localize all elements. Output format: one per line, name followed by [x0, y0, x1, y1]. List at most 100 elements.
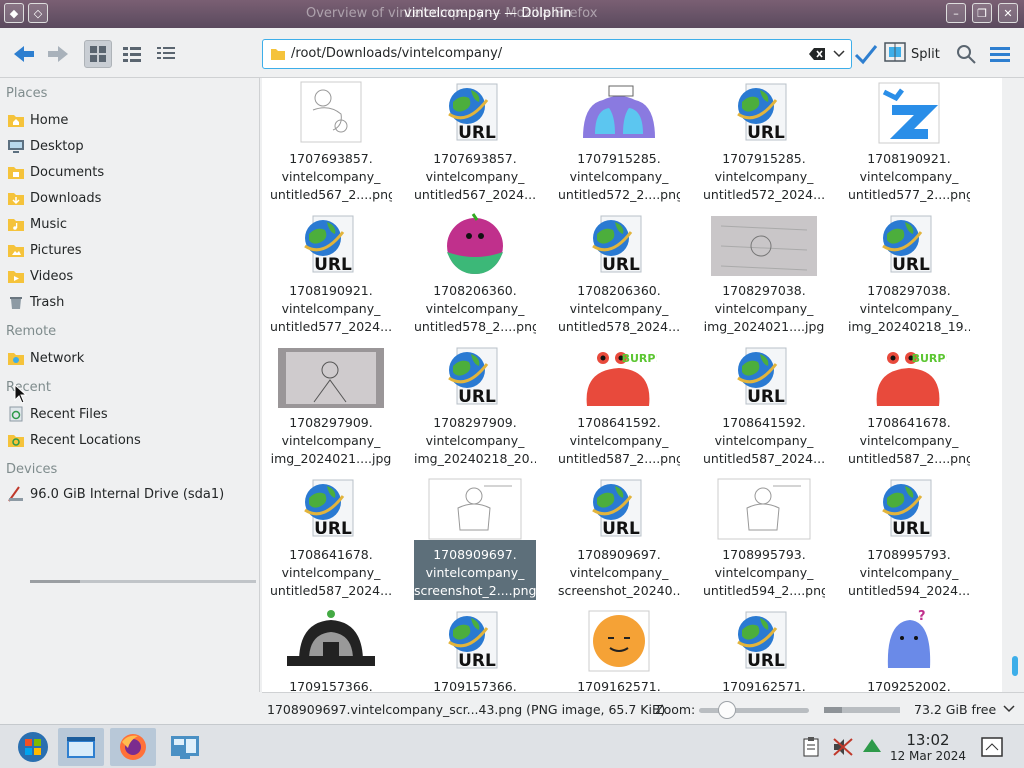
file-item[interactable]: URL 1708297909. vintelcompany_ img_20240218…	[414, 344, 536, 468]
sidebar-item-music[interactable]: Music	[6, 213, 256, 235]
sidebar-item-network[interactable]: Network	[6, 347, 256, 369]
location-path[interactable]: /root/Downloads/vintelcompany/	[291, 46, 502, 61]
music-folder-icon	[6, 215, 26, 233]
file-item[interactable]: URL 1708190921. vintelcompany_ untitled577_…	[270, 212, 392, 336]
clear-location-icon[interactable]	[809, 48, 825, 64]
audio-muted-icon[interactable]	[832, 737, 854, 761]
file-item[interactable]: URL 1707693857. vintelcompany_ untitled567_…	[414, 80, 536, 204]
show-desktop-icon[interactable]	[980, 736, 1004, 762]
file-item[interactable]: URL 1708297038. vintelcompany_ img_20240218…	[848, 212, 970, 336]
zoom-slider-handle[interactable]	[717, 701, 736, 719]
file-name-line: vintelcompany_	[714, 565, 814, 580]
file-name: 1708909697. vintelcompany_ screenshot_2024…	[558, 540, 680, 600]
taskbar-settings-icon[interactable]	[162, 728, 208, 766]
file-item[interactable]: 1708206360. vintelcompany_ untitled578_2..…	[414, 212, 536, 336]
file-name-line: 1708995793.	[722, 547, 806, 562]
file-name-line: vintelcompany_	[714, 301, 814, 316]
file-item[interactable]: URL 1709162571.	[703, 608, 825, 692]
file-item[interactable]: 1708297038. vintelcompany_ img_2024021....…	[703, 212, 825, 336]
url-file-icon: URL	[558, 476, 680, 540]
close-icon[interactable]: ✕	[998, 3, 1018, 23]
svg-text:URL: URL	[892, 519, 930, 539]
url-file-icon: URL	[703, 344, 825, 408]
url-file-icon: URL	[558, 212, 680, 276]
vertical-scrollbar[interactable]	[1004, 78, 1024, 692]
scrollbar-thumb[interactable]	[1012, 656, 1018, 676]
image-thumbnail	[558, 608, 680, 672]
clock[interactable]: 13:02 12 Mar 2024	[888, 731, 968, 763]
file-item[interactable]: ? 1709252002.	[848, 608, 970, 692]
section-devices: Devices	[6, 462, 58, 477]
file-item[interactable]: URL 1708641592. vintelcompany_ untitled587_…	[703, 344, 825, 468]
file-item[interactable]: 1708297909. vintelcompany_ img_2024021....…	[270, 344, 392, 468]
file-name: 1708995793. vintelcompany_ untitled594_202…	[848, 540, 970, 600]
file-item[interactable]: URL 1709157366.	[414, 608, 536, 692]
compact-view-icon[interactable]	[118, 40, 146, 68]
minimize-icon[interactable]: –	[946, 3, 966, 23]
svg-text:URL: URL	[458, 387, 496, 407]
file-item[interactable]: URL 1708206360. vintelcompany_ untitled578_…	[558, 212, 680, 336]
file-name: 1708641592. vintelcompany_ untitled587_2..…	[558, 408, 680, 468]
file-name: 1707915285. vintelcompany_ untitled572_2..…	[558, 144, 680, 204]
svg-text:URL: URL	[747, 651, 785, 671]
file-view[interactable]: 1707693857. vintelcompany_ untitled567_2..…	[262, 78, 1002, 692]
file-item[interactable]: BURP! 1708641592. vintelcompany_ untitled58…	[558, 344, 680, 468]
updates-arrow-icon[interactable]	[862, 737, 882, 759]
file-item[interactable]: 1707693857. vintelcompany_ untitled567_2..…	[270, 80, 392, 204]
hamburger-menu-icon[interactable]	[986, 40, 1014, 68]
forward-arrow-icon[interactable]	[44, 40, 72, 68]
details-view-icon[interactable]	[152, 40, 180, 68]
url-file-icon: URL	[703, 80, 825, 144]
file-item[interactable]: 1707915285. vintelcompany_ untitled572_2..…	[558, 80, 680, 204]
url-file-icon: URL	[703, 608, 825, 672]
file-name: 1708190921. vintelcompany_ untitled577_2..…	[848, 144, 970, 204]
sidebar-item-documents[interactable]: Documents	[6, 161, 256, 183]
sidebar-item-videos[interactable]: Videos	[6, 265, 256, 287]
sidebar-item-drive[interactable]: 96.0 GiB Internal Drive (sda1)	[6, 483, 256, 505]
file-item[interactable]: URL 1707915285. vintelcompany_ untitled572_…	[703, 80, 825, 204]
back-arrow-icon[interactable]	[10, 40, 38, 68]
file-name-line: img_20240218_19...	[848, 319, 970, 334]
file-item[interactable]: URL 1708995793. vintelcompany_ untitled594_…	[848, 476, 970, 600]
file-item[interactable]: URL 1708641678. vintelcompany_ untitled587_…	[270, 476, 392, 600]
sidebar-item-pictures[interactable]: Pictures	[6, 239, 256, 261]
file-name: 1708206360. vintelcompany_ untitled578_202…	[558, 276, 680, 336]
file-item[interactable]: 1708995793. vintelcompany_ untitled594_2..…	[703, 476, 825, 600]
location-bar[interactable]: /root/Downloads/vintelcompany/	[262, 39, 852, 69]
file-name-line: untitled572_2....png	[558, 187, 680, 202]
taskbar-firefox-icon[interactable]	[110, 728, 156, 766]
search-icon[interactable]	[952, 40, 980, 68]
sidebar-item-home[interactable]: Home	[6, 109, 256, 131]
start-menu-icon[interactable]	[10, 728, 56, 766]
free-space-label[interactable]: 73.2 GiB free	[914, 702, 996, 717]
file-item[interactable]: 1709157366.	[270, 608, 392, 692]
file-item[interactable]: URL 1708909697. vintelcompany_ screenshot_2…	[558, 476, 680, 600]
taskbar-file-manager-icon[interactable]	[58, 728, 104, 766]
accept-check-icon[interactable]	[852, 40, 880, 68]
zoom-slider[interactable]	[699, 708, 809, 713]
sidebar-item-recent-locations[interactable]: Recent Locations	[6, 429, 256, 451]
file-item[interactable]: BURP! 1708641678. vintelcompany_ untitled58…	[848, 344, 970, 468]
clipboard-icon[interactable]	[802, 737, 824, 761]
image-thumbnail: BURP!	[848, 344, 970, 408]
split-button[interactable]: Split	[884, 42, 940, 66]
file-item[interactable]: 1708190921. vintelcompany_ untitled577_2..…	[848, 80, 970, 204]
pin-icon[interactable]: ◇	[28, 3, 48, 23]
file-item[interactable]: 1708909697. vintelcompany_ screenshot_2...…	[414, 476, 536, 600]
location-dropdown-icon[interactable]	[833, 47, 845, 62]
sidebar-item-trash[interactable]: Trash	[6, 291, 256, 313]
svg-text:URL: URL	[747, 387, 785, 407]
maximize-icon[interactable]: ❐	[972, 3, 992, 23]
network-folder-icon	[6, 349, 26, 367]
sidebar-item-desktop[interactable]: Desktop	[6, 135, 256, 157]
file-name-line: vintelcompany_	[425, 301, 525, 316]
sidebar-item-recent-files[interactable]: Recent Files	[6, 403, 256, 425]
window-titlebar[interactable]: ◆ ◇ Overview of vintelcompany — Mozilla …	[0, 0, 1024, 28]
window-menu-icon[interactable]: ◆	[4, 3, 24, 23]
image-thumbnail	[414, 476, 536, 540]
sidebar-item-downloads[interactable]: Downloads	[6, 187, 256, 209]
icons-view-icon[interactable]	[84, 40, 112, 68]
file-item[interactable]: 1709162571.	[558, 608, 680, 692]
svg-text:?: ?	[918, 609, 926, 624]
free-space-dropdown-icon[interactable]	[1003, 702, 1015, 717]
